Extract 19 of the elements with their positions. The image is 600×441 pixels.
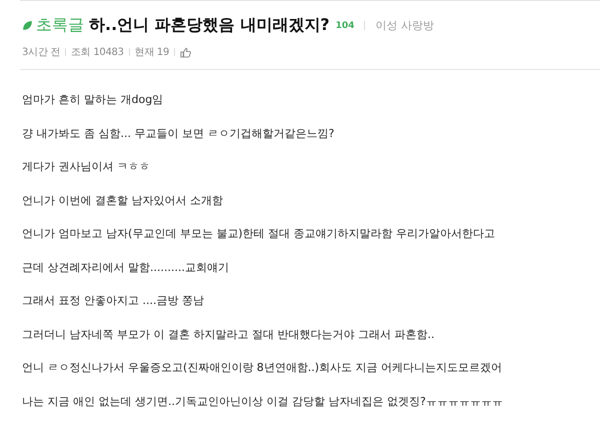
body-paragraph: 근데 상견례자리에서 말함..........교회얘기 xyxy=(22,260,230,276)
body-paragraph: 게다가 권사님이셔 ㅋㅎㅎ xyxy=(22,159,151,175)
leaf-icon xyxy=(22,20,33,31)
body-paragraph: 언니 ㄹㅇ정신나가서 우울증오고(진짜애인이랑 8년연애함..)회사도 지금 어케다니는지도모르겠어 xyxy=(22,360,504,376)
board-link[interactable]: 이성 사랑방 xyxy=(375,18,434,33)
thumbs-up-icon[interactable] xyxy=(180,46,192,58)
post-title: 하..언니 파혼당했음 내미래겠지? xyxy=(89,15,330,36)
body-paragraph: 그래서 표정 안좋아지고 ....금방 쫑남 xyxy=(22,293,205,309)
body-paragraph: 언니가 엄마보고 남자(무교인데 부모는 불교)한테 절대 종교얘기하지말라함 우리가알아서한다고 xyxy=(22,226,496,242)
body-paragraph: 그러더니 남자네쪽 부모가 이 결혼 하지말라고 절대 반대했다는거야 그래서 파혼함.. xyxy=(22,326,436,342)
comment-count: 104 xyxy=(336,20,354,30)
post-meta: 조회 10483 xyxy=(71,46,124,59)
body-paragraph: 엄마가 흔히 말하는 개dog임 xyxy=(22,92,164,108)
body-paragraph: 걍 내가봐도 좀 심함... 무교들이 보면 ㄹㅇ기겁해할거같은느낌? xyxy=(22,126,336,142)
post-meta: 3시간 전 xyxy=(22,46,60,59)
post-meta: 현재 19 xyxy=(134,46,170,59)
category-label: 초록글 xyxy=(36,15,84,36)
body-paragraph: 언니가 이번에 결혼할 남자있어서 소개함 xyxy=(22,192,224,208)
body-paragraph: 나는 지금 애인 없는데 생기면..기독교인아닌이상 이걸 감당할 남자네집은 없겟징?ㅠㅠㅠㅠㅠㅠㅠ xyxy=(22,394,504,410)
